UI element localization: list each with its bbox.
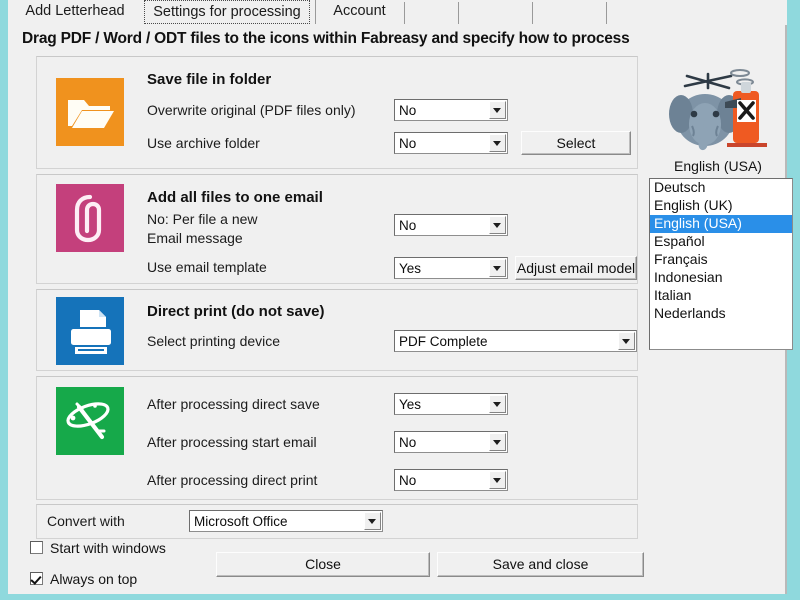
tab-divider-3 [532,2,533,24]
label-after-direct-save: After processing direct save [147,396,320,412]
group-convert-with: Convert with Microsoft Office [36,504,638,539]
combo-select-printing-device[interactable]: PDF Complete [394,330,637,352]
combo-use-email-template[interactable]: Yes [394,257,508,279]
language-caption: English (USA) [674,158,762,174]
page-title: Drag PDF / Word / ODT files to the icons… [22,30,630,47]
tab-settings-for-processing-label: Settings for processing [153,4,301,20]
combo-after-direct-save-value: Yes [399,397,422,412]
settings-dialog: Add Letterhead Settings for processing A… [8,0,793,594]
label-use-archive-folder: Use archive folder [147,135,260,151]
group-email-title: Add all files to one email [147,189,323,206]
list-item[interactable]: English (UK) [650,197,792,215]
paperclip-icon[interactable] [56,184,124,252]
combo-convert-with-value: Microsoft Office [194,514,288,529]
screen: Add Letterhead Settings for processing A… [0,0,800,600]
group-add-all-files-to-one-email: Add all files to one email No: Per file … [36,174,638,284]
folder-icon[interactable] [56,78,124,146]
checkbox-start-with-windows-label: Start with windows [50,540,166,556]
label-after-direct-print: After processing direct print [147,472,318,488]
group-save-title: Save file in folder [147,71,272,88]
combo-use-archive-folder-value: No [399,136,417,151]
chevron-down-icon[interactable] [489,216,506,234]
list-item[interactable]: Français [650,251,792,269]
group-direct-print: Direct print (do not save) Select printi… [36,289,638,371]
combo-add-all-files-value: No [399,218,417,233]
magic-wand-icon[interactable] [56,387,124,455]
combo-after-direct-print[interactable]: No [394,469,508,491]
list-item[interactable]: Nederlands [650,305,792,323]
combo-after-start-email[interactable]: No [394,431,508,453]
chevron-down-icon[interactable] [618,332,635,350]
tab-account-label: Account [333,3,386,19]
list-item[interactable]: Deutsch [650,179,792,197]
select-folder-button[interactable]: Select [521,131,631,155]
chevron-down-icon[interactable] [489,433,506,451]
checkbox-always-on-top-label: Always on top [50,571,138,587]
checkbox-start-with-windows[interactable] [30,541,43,554]
combo-use-email-template-value: Yes [399,261,422,276]
tab-add-letterhead[interactable]: Add Letterhead [14,0,136,24]
elephant-spray-bottle-icon [663,58,778,153]
label-email-subtitle-line2: Email message [147,230,243,246]
label-convert-with: Convert with [47,513,125,529]
save-and-close-button[interactable]: Save and close [437,552,644,577]
chevron-down-icon[interactable] [489,134,506,152]
label-after-start-email: After processing start email [147,434,317,450]
combo-use-archive-folder[interactable]: No [394,132,508,154]
group-after-processing: After processing direct save After proce… [36,376,638,500]
label-use-email-template: Use email template [147,259,267,275]
combo-convert-with[interactable]: Microsoft Office [189,510,383,532]
tab-divider-1 [404,2,405,24]
combo-add-all-files-to-one-email[interactable]: No [394,214,508,236]
printer-icon[interactable] [56,297,124,365]
chevron-down-icon[interactable] [489,471,506,489]
label-email-subtitle-line1: No: Per file a new [147,211,258,227]
combo-after-direct-print-value: No [399,473,417,488]
list-item[interactable]: Italian [650,287,792,305]
group-save-file-in-folder: Save file in folder Overwrite original (… [36,56,638,169]
combo-printing-device-value: PDF Complete [399,334,488,349]
combo-overwrite-original[interactable]: No [394,99,508,121]
combo-after-start-email-value: No [399,435,417,450]
tab-strip: Add Letterhead Settings for processing A… [8,0,787,25]
chevron-down-icon[interactable] [489,259,506,277]
chevron-down-icon[interactable] [364,512,381,530]
label-select-printing-device: Select printing device [147,333,281,349]
checkbox-always-on-top[interactable] [30,572,43,585]
chevron-down-icon[interactable] [489,395,506,413]
label-overwrite-original: Overwrite original (PDF files only) [147,102,356,118]
tab-account[interactable]: Account [315,0,403,24]
tab-divider-2 [458,2,459,24]
list-item[interactable]: Español [650,233,792,251]
chevron-down-icon[interactable] [489,101,506,119]
list-item[interactable]: English (USA) [650,215,792,233]
combo-after-direct-save[interactable]: Yes [394,393,508,415]
group-print-title: Direct print (do not save) [147,303,325,320]
tab-add-letterhead-label: Add Letterhead [25,3,125,19]
tab-settings-for-processing[interactable]: Settings for processing [144,0,310,24]
adjust-email-model-button[interactable]: Adjust email model [515,256,637,280]
close-button[interactable]: Close [216,552,430,577]
language-listbox[interactable]: Deutsch English (UK) English (USA) Españ… [649,178,793,350]
combo-overwrite-original-value: No [399,103,417,118]
list-item[interactable]: Indonesian [650,269,792,287]
tab-divider-4 [606,2,607,24]
